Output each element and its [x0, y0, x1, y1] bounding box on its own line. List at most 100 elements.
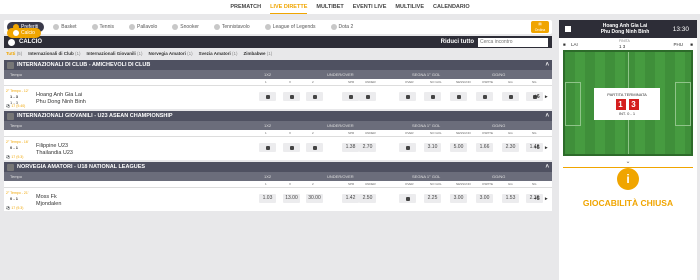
- filter-count: (5): [16, 50, 23, 56]
- odds-button[interactable]: [424, 92, 441, 101]
- odds-button[interactable]: [283, 92, 300, 101]
- odds-button[interactable]: 2.50: [359, 194, 376, 203]
- sub-col: NG: [532, 80, 537, 84]
- odds-button[interactable]: 1.53: [502, 194, 519, 203]
- home-team: Moss Fk: [36, 194, 57, 200]
- filter-item[interactable]: Zimbabwe (1): [243, 51, 272, 56]
- snooker-icon: [172, 24, 179, 30]
- odds-button[interactable]: 1.66: [476, 143, 493, 152]
- match-row[interactable]: 2° Tempo - 21' 0 - 1 ⚽ 17 (9.3) Moss Fk Mjon…: [4, 187, 552, 211]
- odds-button[interactable]: [306, 143, 323, 152]
- odds-button[interactable]: [306, 92, 323, 101]
- odds-button[interactable]: 2.25: [424, 194, 441, 203]
- nav-eventi-live[interactable]: EVENTI LIVE: [353, 1, 387, 13]
- odds-button[interactable]: 1.03: [259, 194, 276, 203]
- sport-tab-3[interactable]: Tennis: [86, 22, 120, 32]
- sub-col: X: [289, 80, 292, 84]
- soccer-ball-icon: [13, 30, 19, 36]
- sort-button[interactable]: ▤ Ordina: [531, 21, 549, 33]
- match-row[interactable]: 2° Tempo - 12' 1 - 31 - 3 ⚽ 17 (9.40) Hoang…: [4, 85, 552, 109]
- nav-multilive[interactable]: MULTILIVE: [395, 1, 424, 13]
- odds-button[interactable]: 13.00: [283, 194, 300, 203]
- nav-multibet[interactable]: MULTIBET: [316, 1, 343, 13]
- more-markets-button[interactable]: +6: [534, 94, 540, 100]
- search-input[interactable]: [478, 37, 548, 47]
- sub-col: OSPITE: [482, 182, 494, 186]
- filter-item[interactable]: Svezia Amatori (1): [199, 51, 238, 56]
- filter-item[interactable]: Internazionali di Club (1): [28, 51, 80, 56]
- odds-button[interactable]: 30.00: [306, 194, 323, 203]
- match-row[interactable]: 2° Tempo - 16' 0 - 1 ⚽ 17 (9.3) Filippine U…: [4, 136, 552, 160]
- odds-button[interactable]: [359, 92, 376, 101]
- odds-button[interactable]: 2.70: [359, 143, 376, 152]
- col-tempo: Tempo: [10, 72, 23, 77]
- expand-icon[interactable]: ▸: [545, 94, 548, 100]
- filter-item[interactable]: Internazionali Giovanili (1): [86, 51, 142, 56]
- sub-col: NO GOL: [430, 182, 442, 186]
- sport-tab-6[interactable]: Tennistavolo: [208, 22, 256, 32]
- odds-button[interactable]: [283, 143, 300, 152]
- chevron-down-icon[interactable]: ⌄: [559, 158, 697, 165]
- odds-button[interactable]: [450, 92, 467, 101]
- final-score-panel: PARTITA TERMINATA 1 3 INT. 0 - 1: [594, 88, 660, 120]
- group-header[interactable]: INTERNAZIONALI DI CLUB - AMICHEVOLI DI C…: [4, 60, 552, 70]
- odds-button[interactable]: 3.10: [424, 143, 441, 152]
- odds-value: 3.00: [479, 195, 490, 201]
- sub-col: NO GOL: [430, 80, 442, 84]
- sport-tab-7[interactable]: League of Legends: [259, 22, 322, 32]
- sport-tab-5[interactable]: Snooker: [166, 22, 205, 32]
- odds-button[interactable]: 1.38: [342, 143, 359, 152]
- odds-button[interactable]: 3.00: [476, 194, 493, 203]
- sport-tab-8[interactable]: Dota 2: [325, 22, 360, 32]
- odds-button[interactable]: [399, 194, 416, 203]
- expand-icon[interactable]: ▸: [545, 145, 548, 151]
- col-gg: GG/NG: [492, 72, 506, 77]
- sub-col: SPR: [348, 182, 355, 186]
- filter-item[interactable]: Norvegia Amatori (1): [149, 51, 193, 56]
- sport-tab-label: Pallavolo: [136, 24, 158, 30]
- odds-button[interactable]: [342, 92, 359, 101]
- sidebar-teams: Hoang Anh Gia Lai Phu Dong Ninh Binh: [589, 23, 661, 35]
- chevron-up-icon[interactable]: ˄: [545, 62, 549, 68]
- odds-value: 3.10: [427, 144, 438, 150]
- expand-icon[interactable]: ▸: [545, 196, 548, 202]
- filter-label: Norvegia Amatori: [148, 50, 186, 56]
- odds-button[interactable]: 1.42: [342, 194, 359, 203]
- odds-button[interactable]: [399, 143, 416, 152]
- odds-button[interactable]: [476, 92, 493, 101]
- chevron-up-icon[interactable]: ˄: [545, 113, 549, 119]
- flag-icon: [7, 61, 14, 69]
- group-header[interactable]: NORVEGIA AMATORI - U18 NATIONAL LEAGUES ˄: [4, 162, 552, 172]
- nav-live-dirette[interactable]: LIVE DIRETTE: [270, 1, 308, 14]
- chevron-up-icon[interactable]: ˄: [545, 164, 549, 170]
- group-header[interactable]: INTERNAZIONALI GIOVANILI - U23 ASEAN CHA…: [4, 111, 552, 121]
- odds-button[interactable]: [399, 92, 416, 101]
- lock-icon: [508, 95, 513, 99]
- nav-prematch[interactable]: PREMATCH: [230, 1, 261, 13]
- odds-button[interactable]: [259, 143, 276, 152]
- sport-tab-2[interactable]: Basket: [47, 22, 82, 32]
- collapse-all-button[interactable]: Riduci tutto: [441, 39, 474, 45]
- more-markets-button[interactable]: +5: [534, 145, 540, 151]
- col-tempo: Tempo: [10, 123, 23, 128]
- odds-button[interactable]: [502, 92, 519, 101]
- sidebar-team2: Phu Dong Ninh Binh: [600, 29, 650, 35]
- sport-tab-4[interactable]: Pallavolo: [123, 22, 163, 32]
- filter-count: (1): [74, 50, 81, 56]
- sub-col: NESSUNO: [456, 80, 471, 84]
- filter-label: Tutti: [6, 50, 16, 56]
- odds-button[interactable]: [259, 92, 276, 101]
- sport-tab-1[interactable]: Calcio: [7, 28, 41, 38]
- nav-calendario[interactable]: CALENDARIO: [433, 1, 470, 13]
- more-markets-button[interactable]: +5: [534, 196, 540, 202]
- odds-button[interactable]: 3.00: [450, 194, 467, 203]
- team2-short: PHU: [673, 42, 683, 47]
- filter-label: Zimbabwe: [243, 50, 266, 56]
- filter-item[interactable]: Tutti (5): [6, 51, 22, 56]
- odds-button[interactable]: 2.30: [502, 143, 519, 152]
- lock-icon: [456, 95, 461, 99]
- shirt-icon: ■: [690, 42, 693, 47]
- odds-button[interactable]: 5.00: [450, 143, 467, 152]
- filter-count: (1): [266, 50, 273, 56]
- competition-group: INTERNAZIONALI GIOVANILI - U23 ASEAN CHA…: [4, 111, 552, 160]
